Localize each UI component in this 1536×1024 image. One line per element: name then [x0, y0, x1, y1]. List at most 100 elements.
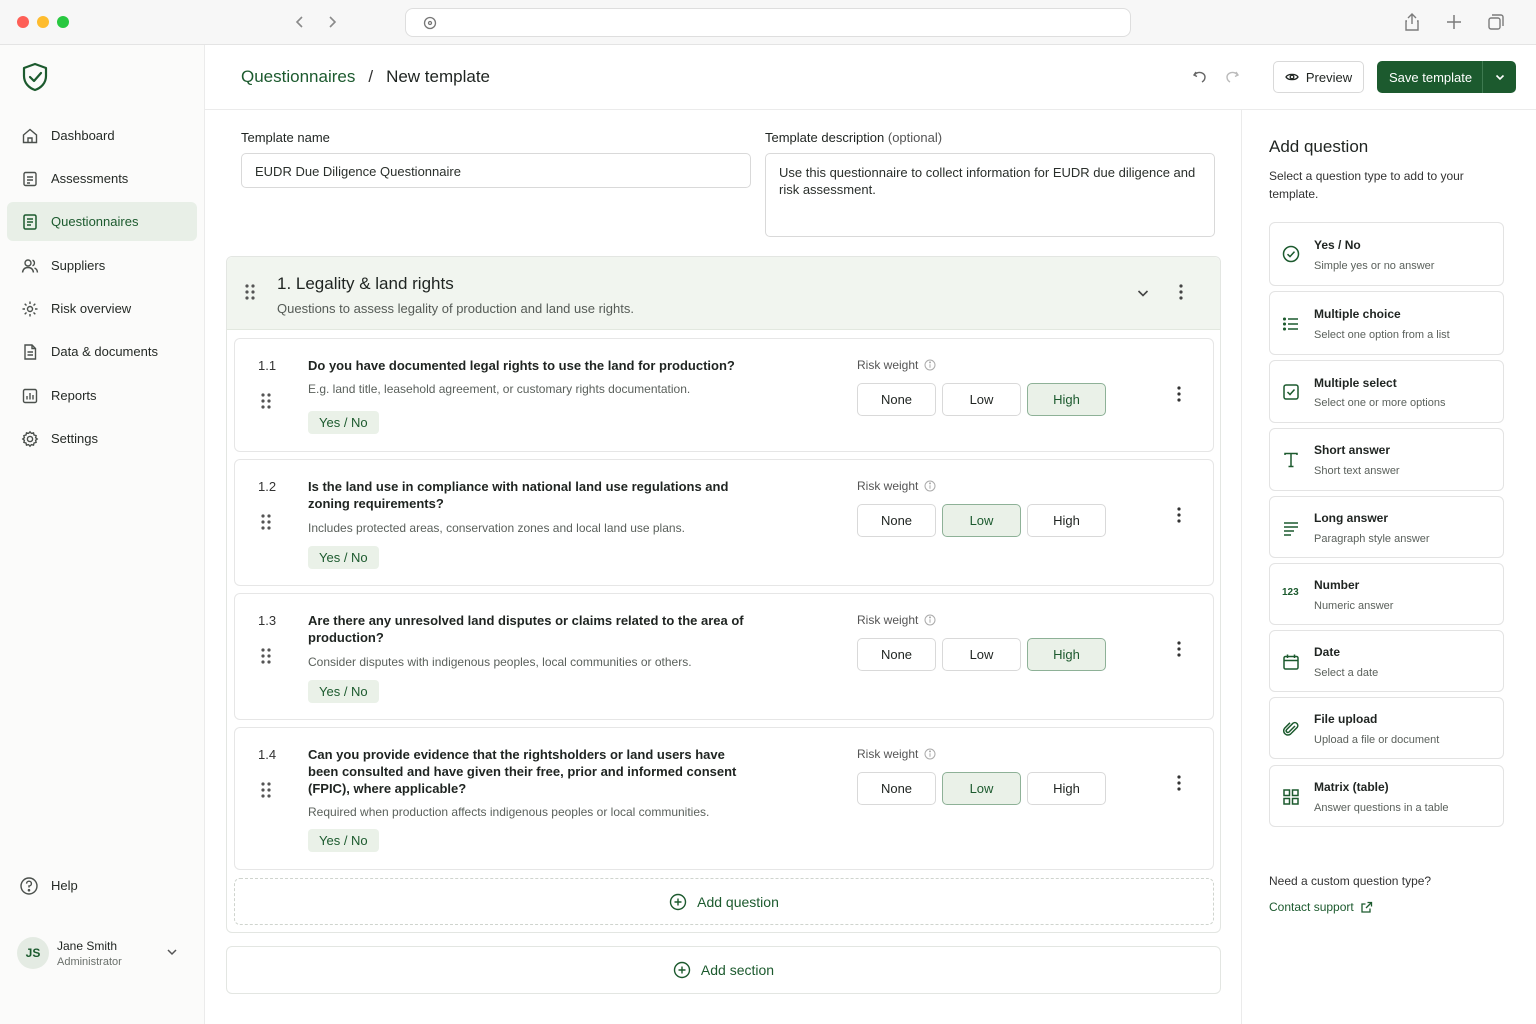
question-type-desc: Answer questions in a table	[1314, 802, 1449, 814]
risk-weight-label: Risk weight	[857, 747, 936, 761]
clipboard-icon	[21, 170, 39, 188]
question-type-matrix[interactable]: Matrix (table) Answer questions in a tab…	[1269, 765, 1504, 827]
contact-support-link[interactable]: Contact support	[1269, 900, 1373, 914]
risk-weight-label: Risk weight	[857, 358, 936, 372]
question-type-multiple-select[interactable]: Multiple select Select one or more optio…	[1269, 360, 1504, 423]
question-card[interactable]: 1.1 Do you have documented legal rights …	[234, 338, 1214, 452]
chevron-down-icon[interactable]	[165, 945, 179, 959]
redo-icon[interactable]	[1224, 69, 1240, 85]
maximize-window-button[interactable]	[57, 16, 69, 28]
sidebar-item-label: Questionnaires	[51, 214, 139, 229]
question-text[interactable]: Can you provide evidence that the rights…	[308, 746, 748, 797]
risk-weight-high-button[interactable]: High	[1027, 383, 1106, 416]
risk-weight-low-button[interactable]: Low	[942, 504, 1021, 537]
user-menu[interactable]: JS Jane Smith Administrator	[17, 933, 187, 973]
risk-weight-low-button[interactable]: Low	[942, 638, 1021, 671]
help-label: Help	[51, 878, 78, 893]
question-help-text: Required when production affects indigen…	[308, 805, 710, 819]
site-info-icon	[422, 15, 438, 31]
risk-gear-icon	[21, 300, 39, 318]
question-text[interactable]: Is the land use in compliance with natio…	[308, 478, 748, 512]
section-title[interactable]: 1. Legality & land rights	[277, 274, 454, 294]
sidebar-item-dashboard[interactable]: Dashboard	[7, 116, 197, 155]
breadcrumb-parent-link[interactable]: Questionnaires	[241, 67, 355, 87]
question-card[interactable]: 1.3 Are there any unresolved land disput…	[234, 593, 1214, 720]
template-name-input[interactable]: EUDR Due Diligence Questionnaire	[241, 153, 751, 188]
template-name-label: Template name	[241, 130, 330, 145]
risk-weight-label: Risk weight	[857, 479, 936, 493]
drag-handle-icon[interactable]	[260, 781, 272, 799]
preview-button[interactable]: Preview	[1273, 61, 1364, 93]
browser-chrome	[0, 0, 1536, 45]
page-header: Questionnaires / New template Preview Sa…	[205, 45, 1536, 110]
sidebar-item-data-documents[interactable]: Data & documents	[7, 332, 197, 371]
question-type-badge: Yes / No	[308, 680, 379, 703]
sidebar-item-label: Dashboard	[51, 128, 115, 143]
question-more-icon[interactable]	[1171, 506, 1187, 524]
section-header: 1. Legality & land rights Questions to a…	[227, 257, 1220, 330]
question-type-yes-no[interactable]: Yes / No Simple yes or no answer	[1269, 222, 1504, 286]
shield-logo-icon[interactable]	[21, 62, 49, 92]
sidebar-item-settings[interactable]: Settings	[7, 419, 197, 458]
forward-icon[interactable]	[323, 13, 341, 31]
question-type-desc: Upload a file or document	[1314, 734, 1440, 746]
question-card[interactable]: 1.4 Can you provide evidence that the ri…	[234, 727, 1214, 870]
add-section-button[interactable]: Add section	[226, 946, 1221, 994]
file-icon	[21, 343, 39, 361]
risk-weight-low-button[interactable]: Low	[942, 772, 1021, 805]
risk-weight-none-button[interactable]: None	[857, 638, 936, 671]
collapse-chevron-icon[interactable]	[1135, 285, 1151, 301]
question-type-multiple-choice[interactable]: Multiple choice Select one option from a…	[1269, 291, 1504, 355]
question-type-long-answer[interactable]: Long answer Paragraph style answer	[1269, 496, 1504, 558]
question-type-desc: Numeric answer	[1314, 600, 1394, 612]
risk-weight-none-button[interactable]: None	[857, 772, 936, 805]
question-type-number[interactable]: 123 Number Numeric answer	[1269, 563, 1504, 625]
question-type-desc: Select one or more options	[1314, 397, 1446, 409]
risk-weight-low-button[interactable]: Low	[942, 383, 1021, 416]
question-number: 1.1	[258, 358, 277, 373]
risk-weight-high-button[interactable]: High	[1027, 638, 1106, 671]
save-options-chevron-icon[interactable]	[1483, 71, 1516, 83]
question-type-desc: Paragraph style answer	[1314, 533, 1430, 545]
sidebar-item-reports[interactable]: Reports	[7, 376, 197, 415]
question-card[interactable]: 1.2 Is the land use in compliance with n…	[234, 459, 1214, 586]
sidebar-item-questionnaires[interactable]: Questionnaires	[7, 202, 197, 241]
drag-handle-icon[interactable]	[260, 392, 272, 410]
risk-weight-none-button[interactable]: None	[857, 383, 936, 416]
sidebar: Dashboard Assessments Questionnaires Sup…	[0, 45, 205, 1024]
drag-handle-icon[interactable]	[260, 647, 272, 665]
undo-icon[interactable]	[1192, 69, 1208, 85]
add-question-panel: Add question Select a question type to a…	[1241, 110, 1536, 1024]
question-type-date[interactable]: Date Select a date	[1269, 630, 1504, 692]
breadcrumb-separator: /	[368, 67, 374, 86]
sidebar-item-suppliers[interactable]: Suppliers	[7, 246, 197, 285]
question-type-file-upload[interactable]: File upload Upload a file or document	[1269, 697, 1504, 759]
section-description: Questions to assess legality of producti…	[277, 301, 634, 316]
address-bar[interactable]	[405, 8, 1131, 37]
risk-weight-high-button[interactable]: High	[1027, 504, 1106, 537]
question-more-icon[interactable]	[1171, 385, 1187, 403]
drag-handle-icon[interactable]	[260, 513, 272, 531]
minimize-window-button[interactable]	[37, 16, 49, 28]
save-template-button[interactable]: Save template	[1377, 61, 1516, 93]
close-window-button[interactable]	[17, 16, 29, 28]
question-type-short-answer[interactable]: Short answer Short text answer	[1269, 428, 1504, 491]
new-tab-icon[interactable]	[1444, 12, 1464, 32]
back-icon[interactable]	[291, 13, 309, 31]
text-icon	[1282, 451, 1300, 469]
drag-handle-icon[interactable]	[244, 283, 256, 301]
risk-weight-none-button[interactable]: None	[857, 504, 936, 537]
sidebar-item-risk-overview[interactable]: Risk overview	[7, 289, 197, 328]
sidebar-item-assessments[interactable]: Assessments	[7, 159, 197, 198]
section-more-icon[interactable]	[1173, 283, 1189, 301]
template-description-input[interactable]: Use this questionnaire to collect inform…	[765, 153, 1215, 237]
question-text[interactable]: Do you have documented legal rights to u…	[308, 357, 808, 374]
share-icon[interactable]	[1402, 12, 1422, 32]
help-link[interactable]: Help	[5, 866, 195, 905]
question-more-icon[interactable]	[1171, 774, 1187, 792]
risk-weight-high-button[interactable]: High	[1027, 772, 1106, 805]
tabs-overview-icon[interactable]	[1486, 12, 1506, 32]
question-text[interactable]: Are there any unresolved land disputes o…	[308, 612, 748, 646]
add-question-button[interactable]: Add question	[234, 878, 1214, 925]
question-more-icon[interactable]	[1171, 640, 1187, 658]
